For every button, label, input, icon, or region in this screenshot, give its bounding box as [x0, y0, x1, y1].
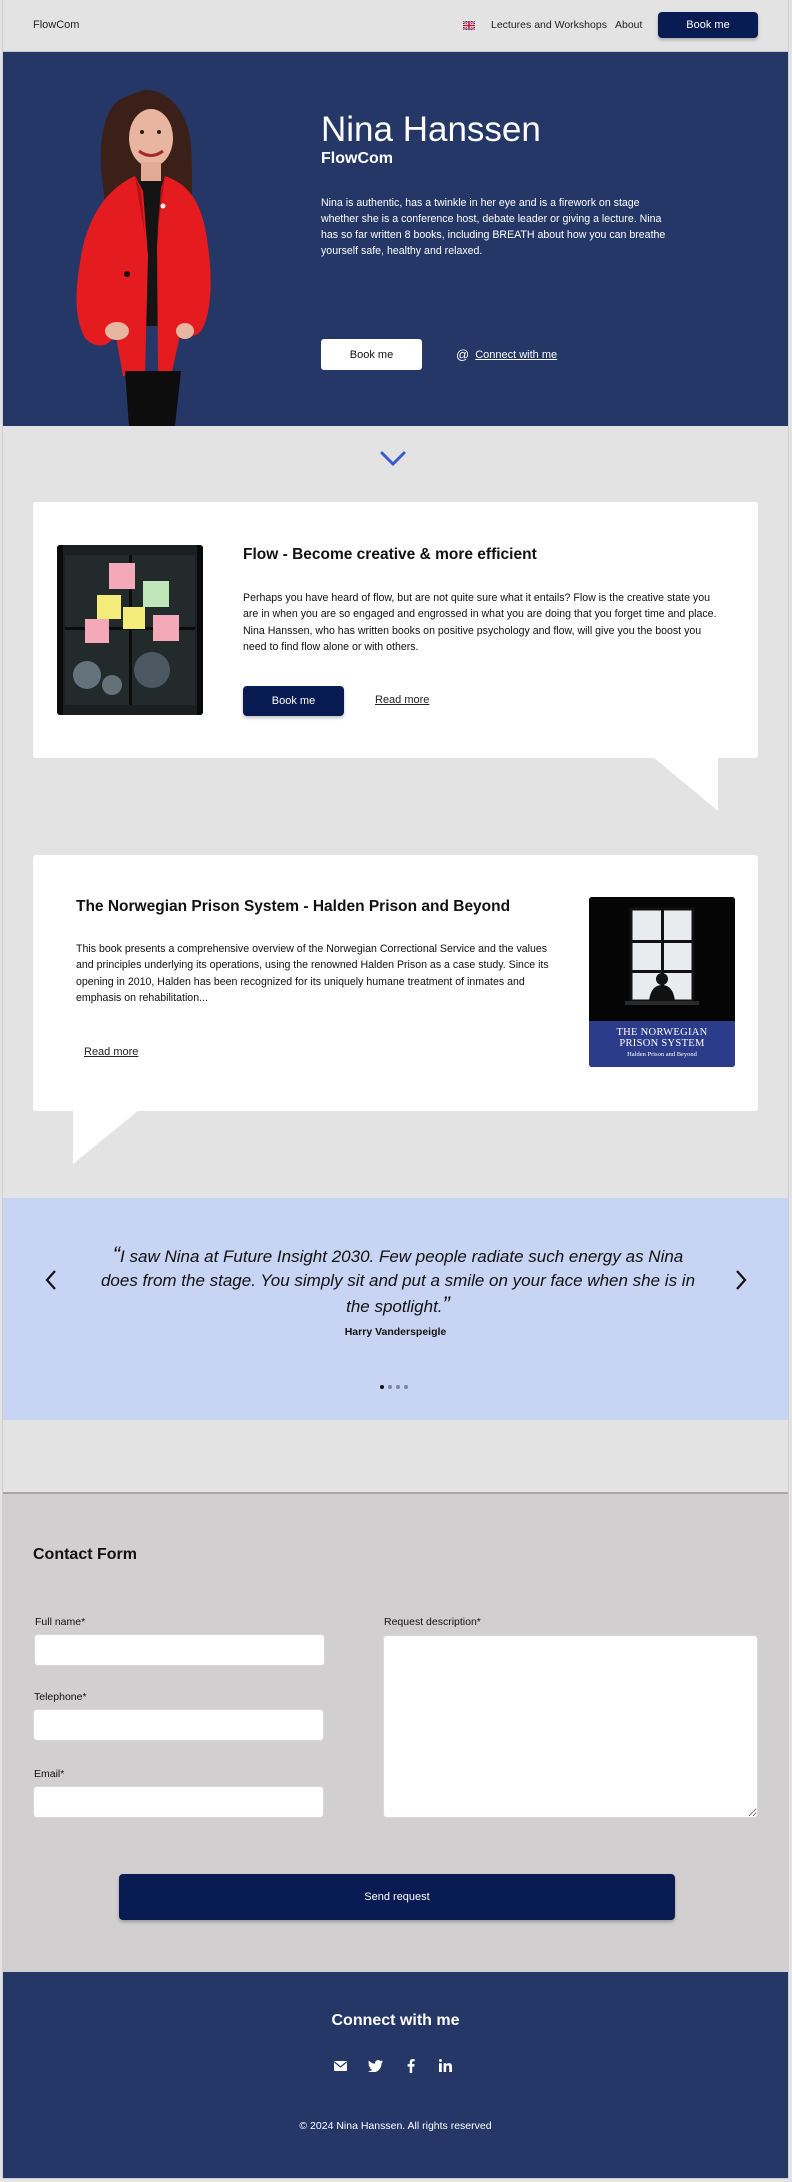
- email-input[interactable]: [33, 1786, 324, 1818]
- book-cover-title: THE NORWEGIAN PRISON SYSTEM Halden Priso…: [589, 1021, 735, 1067]
- hero-bio: Nina is authentic, has a twinkle in her …: [321, 197, 666, 257]
- chevron-down-icon[interactable]: [380, 450, 406, 468]
- header-book-button[interactable]: Book me: [658, 12, 758, 38]
- twitter-icon[interactable]: [368, 2058, 383, 2073]
- at-sign-icon: @: [456, 347, 470, 362]
- carousel-dot[interactable]: [396, 1385, 400, 1389]
- connect-link-label: Connect with me: [475, 348, 558, 361]
- flow-card-title: Flow - Become creative & more efficient: [243, 546, 537, 563]
- chevron-right-icon[interactable]: [733, 1268, 749, 1292]
- telephone-label: Telephone*: [34, 1691, 87, 1703]
- full-name-label: Full name*: [35, 1616, 86, 1628]
- flow-book-button[interactable]: Book me: [243, 686, 344, 716]
- book-cover: THE NORWEGIAN PRISON SYSTEM Halden Priso…: [589, 897, 735, 1067]
- hero-section: Nina Hanssen FlowCom Nina is authentic, …: [3, 52, 788, 426]
- social-links: [333, 2058, 453, 2073]
- contact-form-title: Contact Form: [33, 1546, 137, 1563]
- chevron-left-icon[interactable]: [43, 1268, 59, 1292]
- flow-card: Flow - Become creative & more efficient …: [33, 502, 758, 758]
- prison-window-illustration: [589, 897, 735, 1021]
- contact-form-section: Contact Form Full name* Telephone* Email…: [3, 1492, 788, 1972]
- site-logo[interactable]: FlowCom: [33, 19, 79, 31]
- linkedin-icon[interactable]: [438, 2058, 453, 2073]
- prison-book-card: The Norwegian Prison System - Halden Pri…: [33, 855, 758, 1111]
- prison-card-text: This book presents a comprehensive overv…: [76, 943, 549, 1004]
- nav-about[interactable]: About: [615, 19, 642, 31]
- nav-lectures-workshops[interactable]: Lectures and Workshops: [491, 19, 607, 31]
- hero-name: Nina Hanssen: [321, 110, 541, 149]
- flow-read-more-link[interactable]: Read more: [375, 694, 429, 706]
- carousel-dot[interactable]: [388, 1385, 392, 1389]
- testimonial-quote-text: I saw Nina at Future Insight 2030. Few p…: [100, 1247, 696, 1316]
- carousel-dot[interactable]: [404, 1385, 408, 1389]
- full-name-input[interactable]: [34, 1634, 325, 1666]
- footer-title: Connect with me: [331, 2012, 460, 2029]
- testimonial-carousel: “I saw Nina at Future Insight 2030. Few …: [3, 1198, 788, 1420]
- carousel-dot[interactable]: [380, 1385, 384, 1389]
- testimonial-quote: “I saw Nina at Future Insight 2030. Few …: [100, 1242, 696, 1317]
- flow-card-text: Perhaps you have heard of flow, but are …: [243, 592, 717, 653]
- facebook-icon[interactable]: [403, 2058, 418, 2073]
- copyright: © 2024 Nina Hanssen. All rights reserved: [299, 2120, 492, 2132]
- email-icon[interactable]: [333, 2058, 348, 2073]
- request-description-label: Request description*: [384, 1616, 481, 1628]
- top-navigation: FlowCom Lectures and Workshops About Boo…: [3, 0, 788, 52]
- hero-company: FlowCom: [321, 150, 393, 167]
- request-description-textarea[interactable]: [383, 1635, 758, 1818]
- carousel-dots: [380, 1385, 408, 1389]
- telephone-input[interactable]: [33, 1709, 324, 1741]
- prison-card-title: The Norwegian Prison System - Halden Pri…: [76, 898, 511, 915]
- prison-read-more-link[interactable]: Read more: [84, 1046, 138, 1058]
- page: FlowCom Lectures and Workshops About Boo…: [3, 0, 788, 2178]
- connect-link[interactable]: @ Connect with me: [456, 347, 557, 362]
- hero-book-button[interactable]: Book me: [321, 339, 422, 370]
- uk-flag-icon[interactable]: [463, 21, 475, 30]
- speech-bubble-tail: [73, 1110, 139, 1164]
- speech-bubble-tail: [653, 757, 718, 811]
- footer: Connect with me © 2024 Nina Hanssen. All…: [3, 1972, 788, 2178]
- sticky-notes-photo: [57, 545, 203, 715]
- testimonial-author: Harry Vanderspeigle: [344, 1326, 447, 1338]
- email-label: Email*: [34, 1768, 65, 1780]
- send-request-button[interactable]: Send request: [119, 1874, 675, 1920]
- portrait-photo: [76, 89, 211, 426]
